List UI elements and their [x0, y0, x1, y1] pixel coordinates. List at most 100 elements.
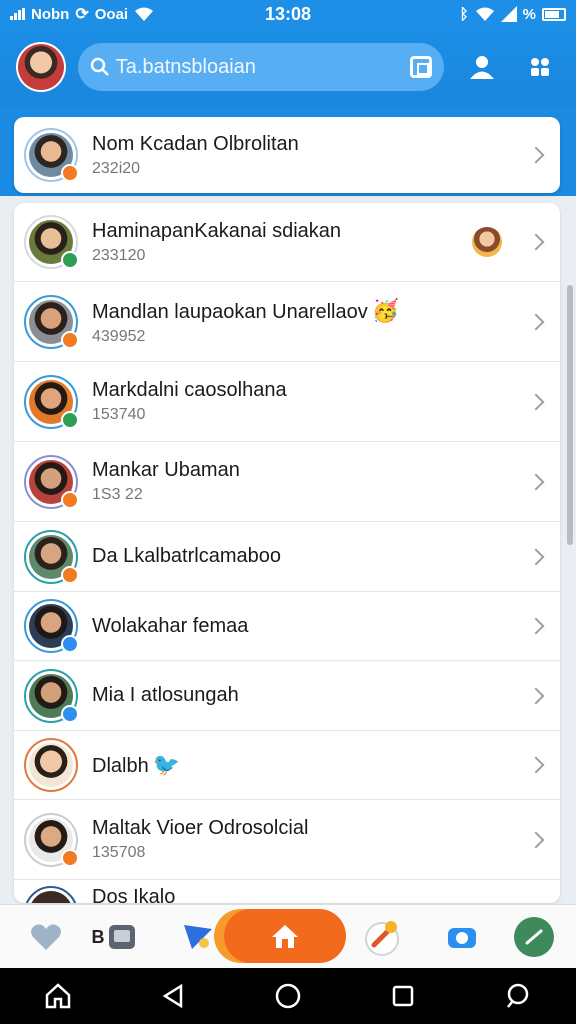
battery-icon	[542, 7, 566, 21]
avatar	[24, 599, 79, 653]
wifi-icon-right	[475, 7, 494, 21]
signal-icon	[10, 8, 25, 20]
scan-icon[interactable]	[410, 56, 433, 78]
home-icon	[272, 925, 298, 948]
square-icon	[392, 985, 414, 1007]
menu-button[interactable]	[520, 47, 560, 87]
search-outline-icon	[507, 983, 529, 1008]
status-left: Nobn ⟳ Ooai	[10, 4, 210, 24]
contact-name: Mandlan laupaokan Unarellaov 🥳	[92, 298, 560, 324]
avatar	[24, 529, 79, 584]
contact-sub: 135708	[92, 844, 146, 861]
tab-messages[interactable]	[176, 915, 220, 959]
status-badge	[61, 410, 79, 429]
gallery-icon	[108, 925, 135, 949]
list-item[interactable]: Dos Ikalo	[14, 880, 560, 903]
nav-assistant-button[interactable]	[496, 974, 540, 1018]
list-item[interactable]: Markdalni caosolhana 153740	[14, 362, 560, 442]
status-badge	[61, 330, 79, 349]
contact-name: Markdalni caosolhana	[92, 379, 287, 401]
tab-favorites[interactable]	[24, 915, 68, 959]
avatar	[24, 294, 79, 349]
pinned-row[interactable]: Nom Kcadan Olbrolitan 232i20	[14, 117, 560, 193]
person-icon	[470, 56, 495, 79]
system-nav-bar	[0, 968, 576, 1024]
status-bar: Nobn ⟳ Ooai 13:08 ᛒ %	[0, 0, 576, 28]
contact-name: Maltak Vioer Odrosolcial	[92, 817, 309, 839]
tab-gallery-label: B	[91, 926, 105, 947]
bird-icon: 🐦	[152, 752, 181, 777]
contact-name: Dlalbh 🐦	[92, 752, 560, 778]
circle-icon	[275, 983, 301, 1009]
avatar	[24, 886, 78, 903]
list-item[interactable]: Wolakahar femaa	[14, 592, 560, 661]
status-badge	[61, 565, 79, 584]
scrollbar[interactable]	[567, 285, 573, 545]
avatar	[24, 374, 79, 429]
contact-list: HaminapanKakanai sdiakan 233120 Mandlan …	[14, 203, 560, 903]
avatar	[24, 128, 79, 182]
tab-tools[interactable]	[360, 915, 404, 959]
contact-name: Dos Ikalo	[92, 886, 176, 903]
list-item[interactable]: Mia I atlosungah	[14, 661, 560, 731]
nav-recents-button[interactable]	[381, 974, 425, 1018]
tab-profile[interactable]	[512, 915, 556, 959]
list-item[interactable]: Mankar Ubaman 1S3 22	[14, 442, 560, 522]
search-input[interactable]: Ta.batnsbloaian	[116, 56, 411, 79]
paper-plane-icon	[184, 925, 212, 949]
tab-camera[interactable]	[440, 915, 484, 959]
tab-home[interactable]	[224, 909, 346, 963]
status-time: 13:08	[264, 3, 312, 24]
list-item[interactable]: Mandlan laupaokan Unarellaov 🥳 439952	[14, 282, 560, 362]
heart-chat-icon	[31, 924, 61, 950]
magnet-icon	[365, 921, 399, 956]
contacts-button[interactable]	[462, 47, 502, 87]
contact-name: Mia I atlosungah	[92, 684, 239, 706]
contact-name: Mankar Ubaman	[92, 459, 240, 481]
tab-gallery[interactable]: B	[88, 915, 140, 959]
bottom-tab-bar: B	[0, 904, 576, 968]
avatar-image	[29, 891, 73, 903]
contact-sub: 439952	[92, 327, 146, 345]
list-item[interactable]: Maltak Vioer Odrosolcial 135708	[14, 800, 560, 880]
list-item[interactable]: Da Lkalbatrlcamaboo	[14, 522, 560, 592]
list-item[interactable]: HaminapanKakanai sdiakan 233120	[14, 203, 560, 282]
contact-name-text: Dlalbh	[92, 755, 149, 777]
mini-avatar	[472, 227, 502, 257]
list-item[interactable]: Dlalbh 🐦	[14, 731, 560, 800]
status-badge	[61, 164, 79, 182]
home-outline-icon	[45, 983, 70, 1009]
contact-name: Nom Kcadan Olbrolitan	[92, 132, 299, 155]
contact-sub: 153740	[92, 406, 146, 423]
pinned-contact[interactable]: Nom Kcadan Olbrolitan 232i20	[14, 117, 560, 193]
status-badge	[61, 635, 79, 653]
search-bar[interactable]: Ta.batnsbloaian	[77, 43, 445, 91]
cell-signal-icon	[500, 6, 517, 22]
avatar	[24, 738, 78, 792]
status-right: ᛒ %	[366, 6, 566, 23]
sync-icon: ⟳	[75, 6, 89, 23]
bluetooth-icon: ᛒ	[459, 5, 469, 23]
status-badge	[61, 848, 79, 867]
nav-back-button[interactable]	[151, 974, 195, 1018]
contact-name-text: Mandlan laupaokan Unarellaov	[92, 300, 368, 323]
contact-sub: 232i20	[92, 159, 141, 177]
back-triangle-icon	[162, 984, 183, 1008]
avatar-image	[29, 743, 73, 787]
nav-home-button[interactable]	[36, 974, 80, 1018]
status-badge	[61, 490, 79, 509]
contact-name: Wolakahar femaa	[92, 614, 249, 637]
search-icon	[90, 57, 109, 76]
check-circle-icon	[514, 917, 554, 957]
contact-sub: 1S3 22	[92, 486, 143, 503]
carrier2-label: Ooai	[94, 5, 129, 23]
avatar	[24, 215, 79, 269]
wifi-icon	[135, 7, 154, 21]
avatar	[24, 812, 79, 867]
avatar	[24, 454, 79, 509]
carrier-label: Nobn	[31, 5, 70, 23]
nav-circle-button[interactable]	[266, 974, 310, 1018]
profile-avatar[interactable]	[16, 42, 66, 92]
app-header: Ta.batnsbloaian	[0, 28, 576, 106]
emoji-icon: 🥳	[371, 297, 400, 323]
